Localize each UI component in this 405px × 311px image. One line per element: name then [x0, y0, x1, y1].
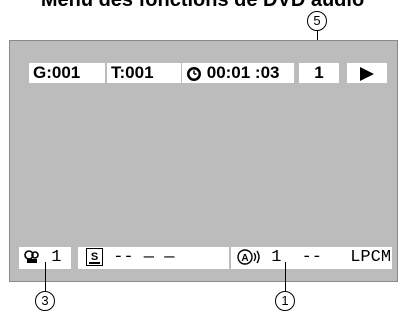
track-indicator: T:001 [107, 63, 181, 83]
subtitle-indicator: S -- — — [78, 247, 229, 269]
callout-1: 1 [273, 290, 297, 311]
audio-indicator: A 1 -- LPCM [231, 247, 392, 269]
audio-icon: A [237, 248, 260, 265]
page-title: Menu des fonctions de DVD audio [40, 0, 365, 11]
time-indicator: 00:01 :03 [182, 63, 294, 83]
callout-3-line [45, 262, 46, 291]
play-icon [360, 66, 374, 81]
angle-camera-icon [24, 249, 39, 263]
play-status [347, 63, 387, 83]
clock-icon [187, 66, 201, 81]
group-indicator: G:001 [29, 63, 105, 83]
callout-1-line [285, 262, 286, 291]
callout-3: 3 [33, 290, 57, 311]
page-indicator: 1 [299, 63, 339, 83]
svg-text:S: S [91, 251, 98, 263]
subtitle-icon: S [86, 247, 103, 266]
svg-text:A: A [241, 253, 248, 264]
callout-5: 5 [305, 10, 329, 31]
osd-screen: G:001 T:001 00:01 :03 1 1 S -- — — A 1 -… [9, 40, 398, 282]
